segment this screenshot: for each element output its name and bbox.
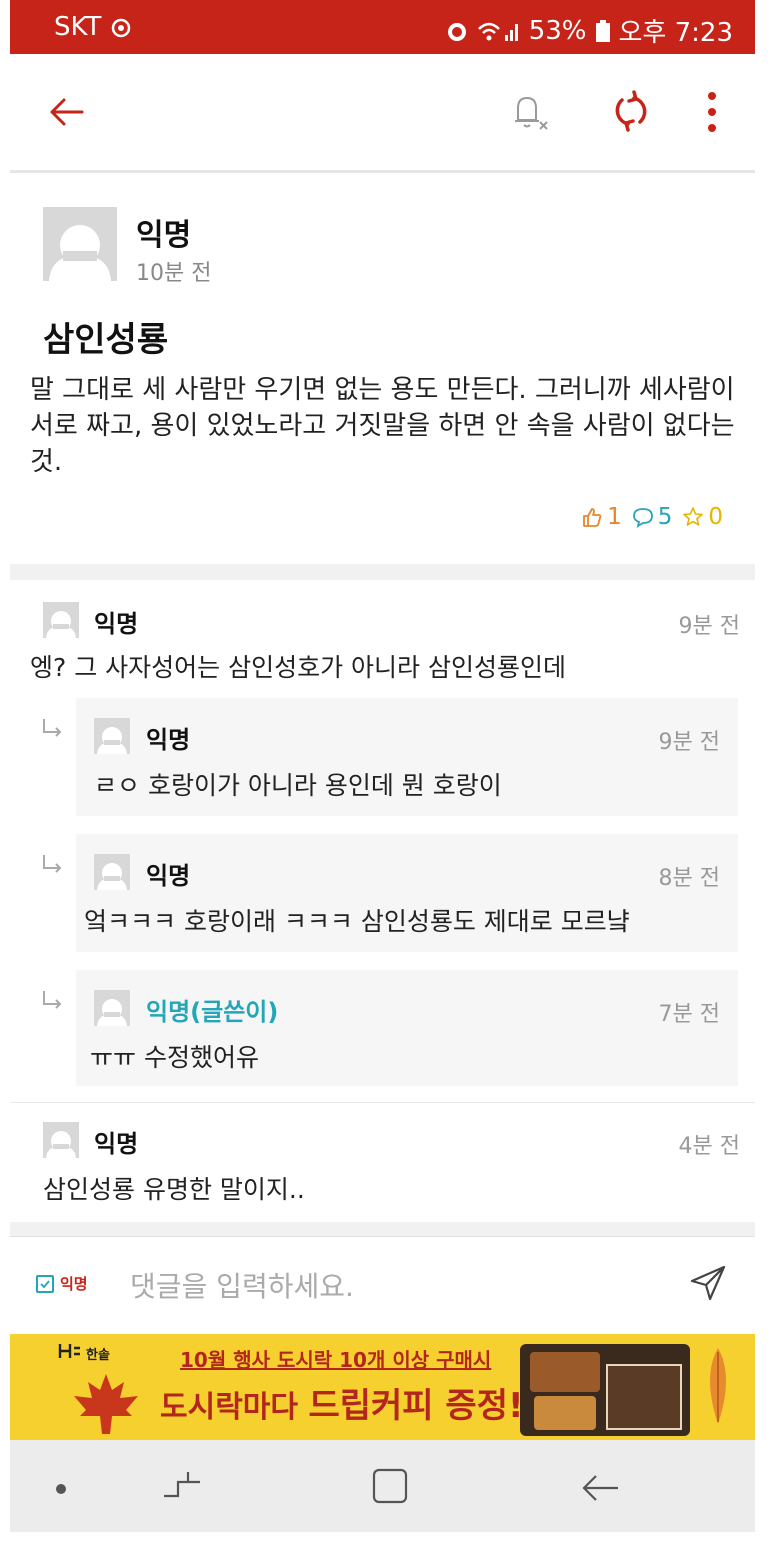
comment-divider <box>10 1102 755 1103</box>
like-count[interactable]: 1 <box>581 504 622 530</box>
default-avatar-icon <box>43 1122 79 1158</box>
ad-subheadline: 도시락마다 드립커피 증정! <box>160 1386 524 1426</box>
comment-time: 4분 전 <box>678 1134 740 1159</box>
reply-item: 익명 9분 전 ㄹㅇ 호랑이가 아니라 용인데 뭔 호랑이 <box>76 698 738 816</box>
notification-bell-icon[interactable] <box>506 88 552 134</box>
reply-avatar <box>94 854 130 890</box>
section-divider <box>10 564 755 580</box>
thumbs-up-icon <box>583 508 602 527</box>
comment-input[interactable] <box>128 1261 672 1311</box>
reply-item: 익명(글쓴이) 7분 전 ㅠㅠ 수정했어유 <box>76 970 738 1086</box>
anonymous-checkbox[interactable] <box>36 1274 54 1293</box>
ad-brand: 한솥 <box>86 1348 110 1363</box>
reply-author-writer: 익명(글쓴이) <box>146 998 279 1026</box>
status-right: 53% 오후 7:23 <box>445 12 733 49</box>
star-icon <box>683 507 704 526</box>
comment-time: 9분 전 <box>678 614 740 639</box>
comment-text: 삼인성룡 유명한 말이지.. <box>43 1175 305 1204</box>
post-time: 10분 전 <box>136 261 212 286</box>
comment-avatar <box>43 602 79 638</box>
default-avatar-icon <box>94 990 130 1026</box>
reply-time: 9분 전 <box>658 730 720 755</box>
recent-apps-icon[interactable] <box>160 1466 204 1510</box>
reply-arrow-icon <box>43 855 62 873</box>
clock: 오후 7:23 <box>618 18 734 48</box>
reply-item: 익명 8분 전 엌ㅋㅋㅋ 호랑이래 ㅋㅋㅋ 삼인성룡도 제대로 모르냨 <box>76 834 738 952</box>
comment-input-bar: 익명 <box>10 1236 755 1333</box>
comment-author: 익명 <box>94 610 139 638</box>
back-arrow-icon[interactable] <box>46 92 86 132</box>
status-bar: SKT 53% 오후 7:23 <box>10 0 755 54</box>
reply-time: 7분 전 <box>658 1002 720 1027</box>
reply-arrow-icon <box>43 719 62 737</box>
post-author: 익명 <box>136 218 192 253</box>
brand-logo-icon <box>58 1344 80 1358</box>
more-vertical-icon[interactable] <box>698 90 726 134</box>
comment-count[interactable]: 5 <box>632 504 672 530</box>
app-bar <box>10 54 755 173</box>
comment-text: 엥? 그 사자성어는 삼인성호가 아니라 삼인성룡인데 <box>30 653 567 682</box>
reply-text: 엌ㅋㅋㅋ 호랑이래 ㅋㅋㅋ 삼인성룡도 제대로 모르냨 <box>84 907 630 936</box>
reply-avatar <box>94 718 130 754</box>
battery-icon <box>595 19 610 42</box>
ad-banner[interactable]: 한솥 10월 행사 도시락 10개 이상 구매시 도시락마다 드립커피 증정! <box>10 1334 755 1440</box>
alarm-icon <box>447 22 466 41</box>
author-avatar <box>43 207 117 281</box>
ad-product-image <box>520 1344 690 1436</box>
anonymous-label: 익명 <box>60 1275 88 1293</box>
section-divider <box>10 1222 755 1236</box>
scrap-count[interactable]: 0 <box>682 504 723 530</box>
refresh-icon[interactable] <box>610 90 652 132</box>
comment-author: 익명 <box>94 1130 139 1158</box>
default-avatar-icon <box>43 602 79 638</box>
default-avatar-icon <box>94 718 130 754</box>
comment-bubble-icon <box>632 508 653 528</box>
maple-leaf-icon <box>74 1374 138 1434</box>
reply-author: 익명 <box>146 726 191 754</box>
wifi-signal-icon <box>477 22 518 41</box>
reply-time: 8분 전 <box>658 866 720 891</box>
reply-author: 익명 <box>146 862 191 890</box>
post-body: 말 그대로 세 사람만 우기면 없는 용도 만든다. 그러니까 세사람이 서로 … <box>30 375 735 477</box>
reply-avatar <box>94 990 130 1026</box>
nav-back-icon[interactable] <box>578 1466 622 1510</box>
default-avatar-icon <box>43 207 117 281</box>
default-avatar-icon <box>94 854 130 890</box>
comment-avatar <box>43 1122 79 1158</box>
check-icon <box>40 1279 50 1288</box>
reply-arrow-icon <box>43 991 62 1009</box>
ad-headline: 10월 행사 도시락 10개 이상 구매시 <box>180 1348 492 1372</box>
post-stats: 1 5 0 <box>553 500 723 534</box>
home-icon[interactable] <box>370 1466 410 1506</box>
hotspot-icon <box>111 18 130 38</box>
post-title: 삼인성룡 <box>43 320 169 360</box>
system-nav-bar <box>10 1440 755 1532</box>
reply-text: ㄹㅇ 호랑이가 아니라 용인데 뭔 호랑이 <box>94 771 502 800</box>
anonymous-toggle[interactable]: 익명 <box>36 1273 88 1294</box>
battery-percent: 53% <box>528 15 587 46</box>
carrier-label: SKT <box>54 12 132 42</box>
autumn-leaf-icon <box>710 1348 726 1424</box>
reply-text: ㅠㅠ 수정했어유 <box>90 1043 259 1072</box>
nav-dot-icon[interactable] <box>56 1484 66 1494</box>
send-icon[interactable] <box>688 1263 728 1303</box>
